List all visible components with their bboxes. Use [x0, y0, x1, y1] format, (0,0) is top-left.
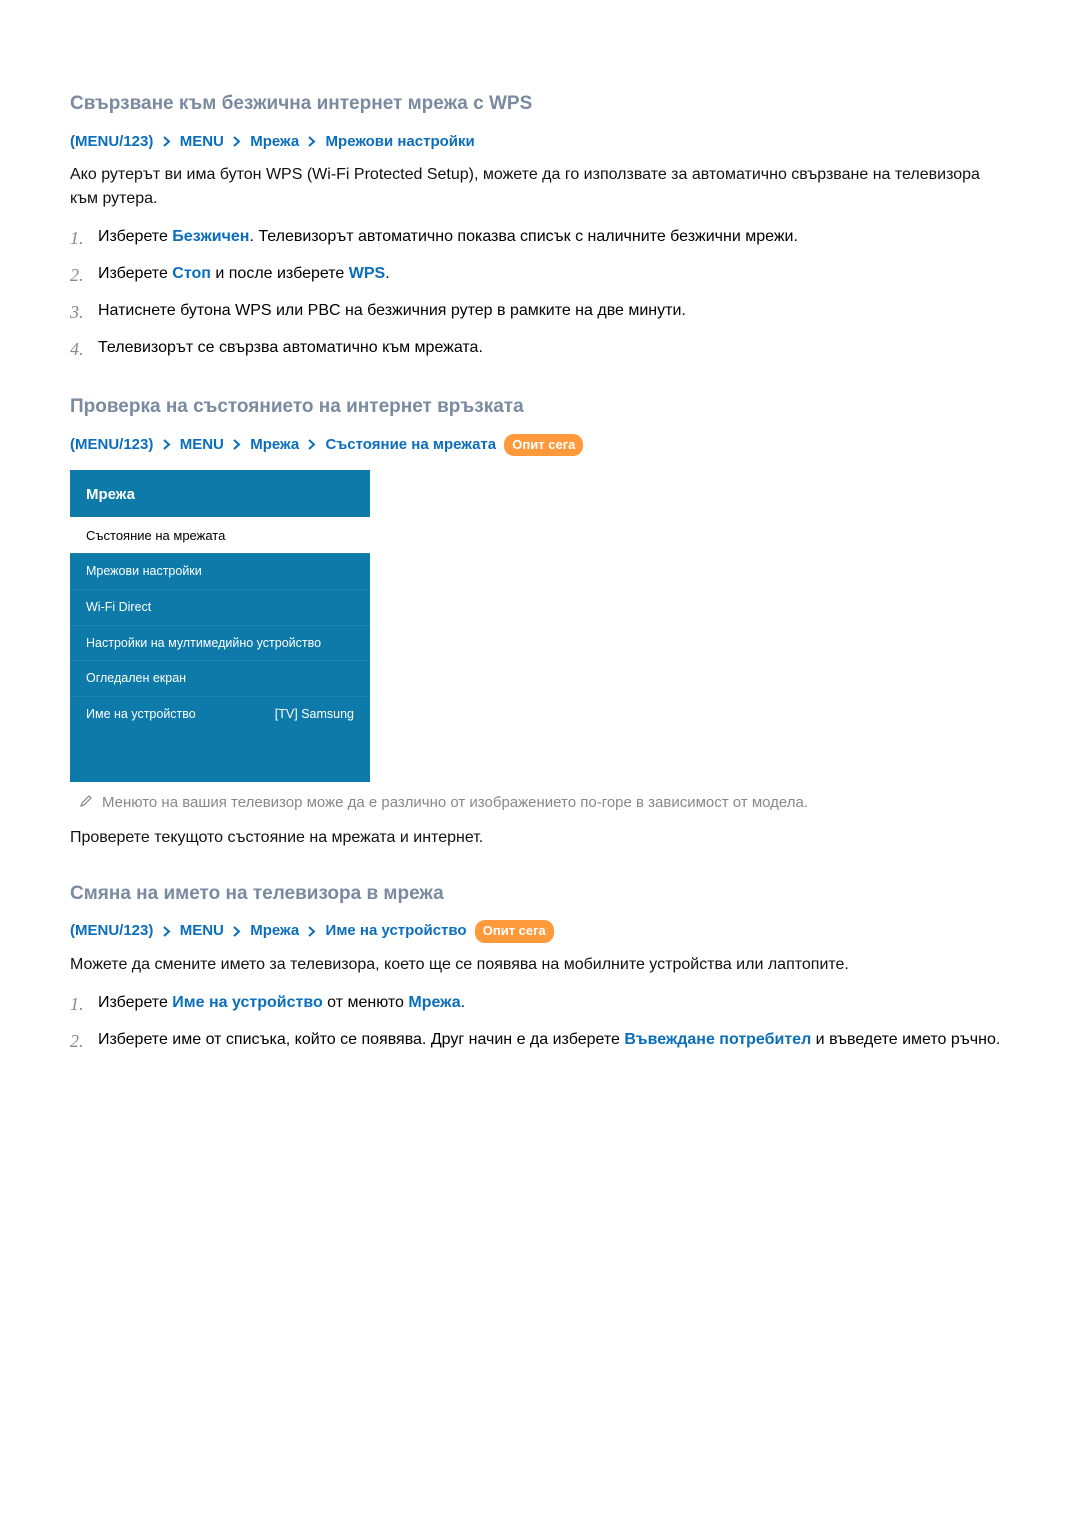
- menu-item-device-name[interactable]: Име на устройство [TV] Samsung: [70, 696, 370, 732]
- steps-list: 1. Изберете Име на устройство от менюто …: [70, 991, 1010, 1055]
- menu-item-screen-mirroring[interactable]: Огледален екран: [70, 660, 370, 696]
- try-now-badge[interactable]: Опит сега: [504, 434, 583, 457]
- breadcrumb-part: MENU/123: [75, 133, 148, 150]
- list-item: 1. Изберете Безжичен. Телевизорът автома…: [70, 225, 1010, 252]
- breadcrumb-part: Мрежа: [250, 922, 299, 939]
- menu-item-label: Огледален екран: [86, 669, 186, 688]
- chevron-right-icon: [307, 439, 317, 450]
- pencil-icon: [70, 792, 102, 816]
- breadcrumb-part: Име на устройство: [326, 922, 467, 939]
- chevron-right-icon: [232, 136, 242, 147]
- breadcrumb: (MENU/123) MENU Мрежа Състояние на мрежа…: [70, 434, 1010, 457]
- breadcrumb-part: Състояние на мрежата: [326, 436, 497, 453]
- note: Менюто на вашия телевизор може да е разл…: [70, 792, 1010, 816]
- keyword: Мрежа: [408, 994, 460, 1011]
- list-item: 1. Изберете Име на устройство от менюто …: [70, 991, 1010, 1018]
- section-heading-wps: Свързване към безжична интернет мрежа с …: [70, 90, 1010, 119]
- step-text: Изберете име от списъка, който се появяв…: [98, 1028, 1010, 1052]
- breadcrumb-part: MENU: [180, 133, 224, 150]
- breadcrumb-part: Мрежа: [250, 133, 299, 150]
- menu-item-network-settings[interactable]: Мрежови настройки: [70, 553, 370, 589]
- breadcrumb-part: MENU: [180, 436, 224, 453]
- intro-paragraph: Можете да смените името за телевизора, к…: [70, 953, 1010, 977]
- breadcrumb-part: MENU/123: [75, 922, 148, 939]
- outro-paragraph: Проверете текущото състояние на мрежата …: [70, 826, 1010, 850]
- step-number: 2.: [70, 1028, 98, 1055]
- step-text: Изберете Стоп и после изберете WPS.: [98, 262, 1010, 286]
- menu-item-label: Wi-Fi Direct: [86, 598, 151, 617]
- step-text: Натиснете бутона WPS или PBC на безжични…: [98, 299, 1010, 323]
- menu-item-network-status[interactable]: Състояние на мрежата: [70, 517, 370, 554]
- chevron-right-icon: [232, 439, 242, 450]
- breadcrumb-part: Мрежа: [250, 436, 299, 453]
- menu-item-wifi-direct[interactable]: Wi-Fi Direct: [70, 589, 370, 625]
- chevron-right-icon: [307, 136, 317, 147]
- list-item: 3. Натиснете бутона WPS или PBC на безжи…: [70, 299, 1010, 326]
- step-number: 1.: [70, 225, 98, 252]
- intro-paragraph: Ако рутерът ви има бутон WPS (Wi-Fi Prot…: [70, 163, 1010, 211]
- step-text: Телевизорът се свързва автоматично към м…: [98, 336, 1010, 360]
- section-heading-rename: Смяна на името на телевизора в мрежа: [70, 880, 1010, 909]
- paren-close: ): [148, 436, 153, 453]
- try-now-badge[interactable]: Опит сега: [475, 920, 554, 943]
- keyword: Безжичен: [172, 228, 249, 245]
- step-number: 3.: [70, 299, 98, 326]
- step-text: Изберете Име на устройство от менюто Мре…: [98, 991, 1010, 1015]
- section-heading-status: Проверка на състоянието на интернет връз…: [70, 393, 1010, 422]
- menu-item-label: Мрежови настройки: [86, 562, 202, 581]
- step-number: 4.: [70, 336, 98, 363]
- breadcrumb-part: MENU: [180, 922, 224, 939]
- keyword: Стоп: [172, 265, 211, 282]
- chevron-right-icon: [162, 926, 172, 937]
- breadcrumb-part: MENU/123: [75, 436, 148, 453]
- chevron-right-icon: [162, 439, 172, 450]
- menu-title: Мрежа: [70, 470, 370, 517]
- list-item: 4. Телевизорът се свързва автоматично къ…: [70, 336, 1010, 363]
- paren-close: ): [148, 922, 153, 939]
- network-menu: Мрежа Състояние на мрежата Мрежови настр…: [70, 470, 370, 782]
- menu-item-label: Настройки на мултимедийно устройство: [86, 634, 321, 653]
- menu-item-label: Име на устройство: [86, 705, 196, 724]
- list-item: 2. Изберете Стоп и после изберете WPS.: [70, 262, 1010, 289]
- chevron-right-icon: [307, 926, 317, 937]
- menu-item-multimedia-settings[interactable]: Настройки на мултимедийно устройство: [70, 625, 370, 661]
- keyword: WPS: [349, 265, 385, 282]
- chevron-right-icon: [232, 926, 242, 937]
- list-item: 2. Изберете име от списъка, който се поя…: [70, 1028, 1010, 1055]
- steps-list: 1. Изберете Безжичен. Телевизорът автома…: [70, 225, 1010, 363]
- chevron-right-icon: [162, 136, 172, 147]
- step-number: 2.: [70, 262, 98, 289]
- note-text: Менюто на вашия телевизор може да е разл…: [102, 792, 1010, 815]
- breadcrumb-part: Мрежови настройки: [326, 133, 475, 150]
- step-number: 1.: [70, 991, 98, 1018]
- breadcrumb: (MENU/123) MENU Мрежа Име на устройство …: [70, 920, 1010, 943]
- menu-item-label: Състояние на мрежата: [86, 526, 225, 546]
- breadcrumb: (MENU/123) MENU Мрежа Мрежови настройки: [70, 131, 1010, 154]
- step-text: Изберете Безжичен. Телевизорът автоматич…: [98, 225, 1010, 249]
- keyword: Име на устройство: [172, 994, 322, 1011]
- menu-item-value: [TV] Samsung: [275, 705, 354, 724]
- paren-close: ): [148, 133, 153, 150]
- keyword: Въвеждане потребител: [624, 1031, 811, 1048]
